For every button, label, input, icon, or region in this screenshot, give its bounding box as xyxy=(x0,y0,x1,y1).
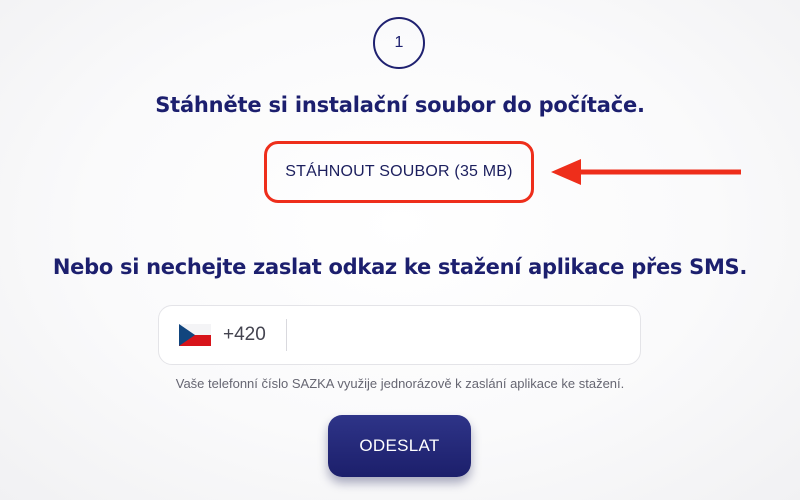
step-number: 1 xyxy=(394,34,404,51)
pointer-arrow-icon xyxy=(551,159,741,185)
download-highlight-frame: STÁHNOUT SOUBOR (35 MB) xyxy=(264,141,534,203)
sms-heading: Nebo si nechejte zaslat odkaz ke stažení… xyxy=(52,255,748,279)
phone-number-input[interactable] xyxy=(286,306,640,364)
download-heading: Stáhněte si instalační soubor do počítač… xyxy=(155,93,645,117)
country-code-prefix[interactable]: +420 xyxy=(223,324,266,346)
czech-flag-icon xyxy=(179,324,211,346)
phone-number-field[interactable]: +420 xyxy=(158,305,641,365)
step-number-badge: 1 xyxy=(373,17,425,69)
phone-helper-text: Vaše telefonní číslo SAZKA využije jedno… xyxy=(175,376,625,391)
download-file-button[interactable]: STÁHNOUT SOUBOR (35 MB) xyxy=(275,157,522,187)
send-sms-button[interactable]: ODESLAT xyxy=(328,415,471,477)
